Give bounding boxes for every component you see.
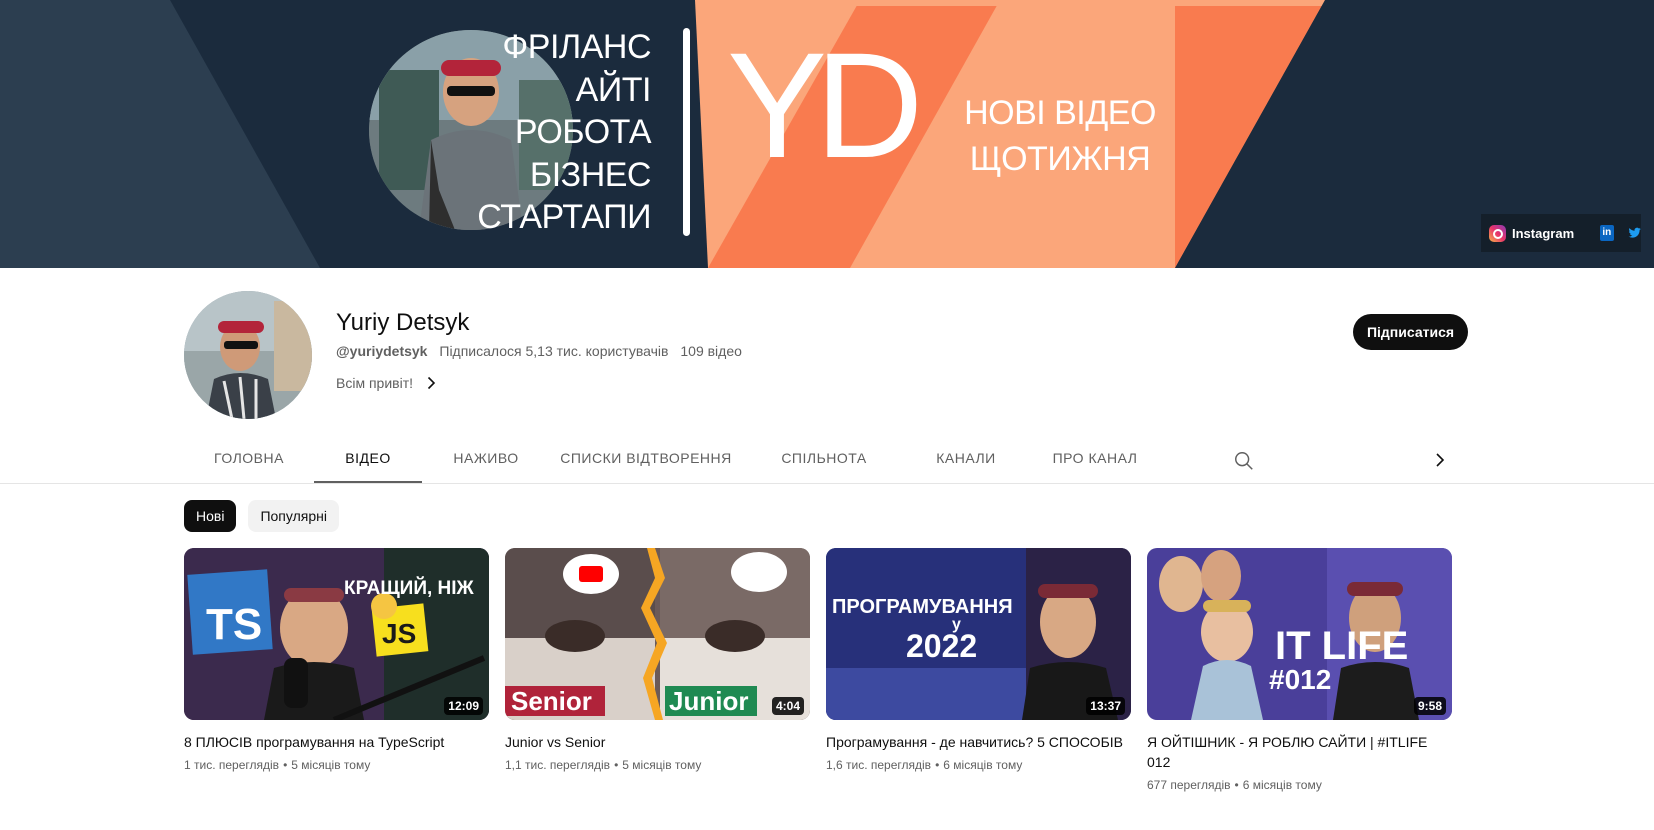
video-meta: 1 тис. переглядів • 5 місяців тому — [184, 756, 489, 774]
channel-name: Yuriy Detsyk — [336, 309, 470, 336]
video-views: 1 тис. переглядів — [184, 758, 280, 772]
banner-topic: БІЗНЕС — [529, 155, 652, 194]
banner-topic: СТАРТАПИ — [477, 198, 651, 236]
video-meta: 1,1 тис. переглядів • 5 місяців тому — [505, 756, 810, 774]
meta-separator: • — [283, 758, 288, 772]
channel-handle: @yuriydetsyk — [336, 343, 428, 359]
linkedin-icon[interactable]: in — [1600, 225, 1614, 241]
video-title[interactable]: Junior vs Senior — [505, 732, 810, 752]
channel-description-link[interactable]: Всім привіт! — [336, 374, 439, 392]
thumbnail-caption: ПРОГРАМУВАННЯ — [832, 596, 1013, 618]
tab-community[interactable]: СПІЛЬНОТА — [742, 432, 906, 484]
chevron-right-icon[interactable] — [1430, 450, 1450, 470]
thumbnail-caption: КРАЩИЙ, НІЖ — [344, 578, 474, 599]
video-age: 6 місяців тому — [943, 758, 1023, 772]
banner-tagline: НОВІ ВІДЕО ЩОТИЖНЯ — [960, 90, 1160, 182]
video-thumbnail[interactable]: ПРОГРАМУВАННЯ у 2022 13:37 — [826, 548, 1131, 720]
tab-channels[interactable]: КАНАЛИ — [906, 432, 1026, 484]
video-age: 5 місяців тому — [291, 758, 371, 772]
video-title[interactable]: Я ОЙТІШНИК - Я РОБЛЮ САЙТИ | #ITLIFE 012 — [1147, 732, 1452, 772]
chip-popular[interactable]: Популярні — [248, 500, 339, 532]
video-card[interactable]: Senior Junior 4:04 Junior vs Senior 1,1 … — [505, 548, 810, 774]
channel-tabs: ГОЛОВНА ВІДЕО НАЖИВО СПИСКИ ВІДТВОРЕННЯ … — [184, 432, 1164, 484]
thumbnail-caption: 2022 — [906, 628, 978, 664]
thumbnail-caption: Senior — [511, 686, 592, 716]
tab-about[interactable]: ПРО КАНАЛ — [1026, 432, 1164, 484]
instagram-link[interactable]: Instagram — [1489, 224, 1575, 242]
video-card[interactable]: КРАЩИЙ, НІЖ TS JS 12:09 8 ПЛЮСІВ програм… — [184, 548, 489, 774]
video-card[interactable]: ПРОГРАМУВАННЯ у 2022 13:37 Програмування… — [826, 548, 1131, 774]
meta-separator: • — [935, 758, 940, 772]
subscribe-button[interactable]: Підписатися — [1353, 314, 1468, 350]
sort-chips: Нові Популярні — [184, 500, 339, 532]
thumbnail-caption: JS — [382, 618, 417, 649]
thumbnail-caption: TS — [206, 600, 263, 649]
instagram-icon — [1489, 224, 1506, 242]
channel-avatar[interactable] — [184, 291, 312, 419]
video-views: 1,6 тис. переглядів — [826, 758, 932, 772]
video-age: 6 місяців тому — [1242, 778, 1322, 792]
video-title[interactable]: 8 ПЛЮСІВ програмування на TypeScript — [184, 732, 489, 752]
instagram-link-label: Instagram — [1512, 225, 1575, 241]
video-duration: 9:58 — [1413, 697, 1446, 715]
subscriber-count: Підписалося 5,13 тис. користувачів — [439, 343, 669, 359]
tab-playlists[interactable]: СПИСКИ ВІДТВОРЕННЯ — [550, 432, 742, 484]
banner-divider — [683, 28, 690, 236]
tab-videos[interactable]: ВІДЕО — [314, 432, 422, 484]
thumbnail-caption: Junior — [669, 686, 749, 716]
tabs-divider — [0, 483, 1654, 484]
video-views: 1,1 тис. переглядів — [505, 758, 611, 772]
video-thumbnail[interactable]: IT LIFE #012 9:58 — [1147, 548, 1452, 720]
video-thumbnail[interactable]: Senior Junior 4:04 — [505, 548, 810, 720]
meta-separator: • — [614, 758, 619, 772]
video-title[interactable]: Програмування - де навчитись? 5 СПОСОБІВ — [826, 732, 1131, 752]
tab-home[interactable]: ГОЛОВНА — [184, 432, 314, 484]
tab-live[interactable]: НАЖИВО — [422, 432, 550, 484]
banner-topics: ФРІЛАНС АЙТІ РОБОТА БІЗНЕС СТАРТАПИ — [440, 26, 651, 239]
banner-tagline-line: НОВІ ВІДЕО — [964, 94, 1156, 132]
video-thumbnail[interactable]: КРАЩИЙ, НІЖ TS JS 12:09 — [184, 548, 489, 720]
search-icon[interactable] — [1233, 450, 1255, 472]
video-meta: 677 переглядів • 6 місяців тому — [1147, 776, 1452, 794]
twitter-icon[interactable] — [1628, 225, 1641, 241]
channel-banner: ФРІЛАНС АЙТІ РОБОТА БІЗНЕС СТАРТАПИ YD Н… — [0, 0, 1654, 268]
chip-newest[interactable]: Нові — [184, 500, 237, 532]
banner-topic: АЙТІ — [575, 70, 652, 109]
video-meta: 1,6 тис. переглядів • 6 місяців тому — [826, 756, 1131, 774]
meta-separator: • — [1234, 778, 1239, 792]
video-views: 677 переглядів — [1147, 778, 1231, 792]
banner-topic: ФРІЛАНС — [502, 28, 651, 66]
thumbnail-caption: #012 — [1269, 664, 1332, 695]
banner-links: Instagram in — [1481, 214, 1641, 252]
channel-description: Всім привіт! — [336, 375, 413, 391]
video-card[interactable]: IT LIFE #012 9:58 Я ОЙТІШНИК - Я РОБЛЮ С… — [1147, 548, 1452, 794]
video-duration: 13:37 — [1086, 697, 1125, 715]
channel-meta: @yuriydetsyk Підписалося 5,13 тис. корис… — [336, 342, 742, 360]
video-age: 5 місяців тому — [622, 758, 702, 772]
banner-tagline-line: ЩОТИЖНЯ — [969, 140, 1151, 178]
video-count: 109 відео — [680, 343, 742, 359]
video-duration: 12:09 — [444, 697, 483, 715]
chevron-right-icon — [427, 376, 436, 390]
thumbnail-caption: IT LIFE — [1275, 624, 1409, 668]
banner-topic: РОБОТА — [514, 113, 652, 151]
banner-logo: YD — [727, 21, 923, 189]
video-duration: 4:04 — [771, 697, 804, 715]
